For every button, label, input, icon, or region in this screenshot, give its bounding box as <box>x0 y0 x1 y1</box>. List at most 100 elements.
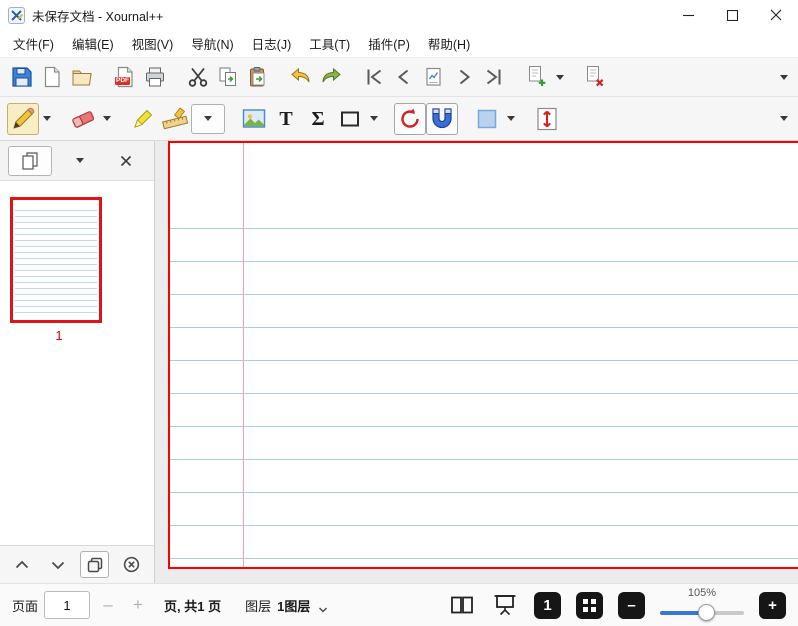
save-icon <box>11 66 33 88</box>
layer-dropdown[interactable] <box>318 596 328 614</box>
delete-page-button[interactable] <box>580 62 610 92</box>
menu-help[interactable]: 帮助(H) <box>419 31 479 56</box>
menu-tools[interactable]: 工具(T) <box>300 31 359 56</box>
shape-options-dropdown[interactable] <box>366 104 381 134</box>
snap-rotation-button[interactable] <box>394 103 426 135</box>
chevron-down-icon <box>780 116 788 121</box>
menu-journal[interactable]: 日志(J) <box>243 31 301 56</box>
copy-button[interactable] <box>213 62 243 92</box>
last-page-button[interactable] <box>479 62 509 92</box>
highlighter-icon <box>130 106 156 132</box>
first-page-icon <box>363 66 385 88</box>
shape-tool-button[interactable] <box>334 103 366 135</box>
chevron-down-icon <box>103 116 111 121</box>
text-tool-button[interactable]: T <box>270 103 302 135</box>
statusbar-right-group: 1 – 105% + <box>448 584 786 626</box>
undo-button[interactable] <box>286 62 316 92</box>
zoom-slider-handle[interactable] <box>698 604 715 621</box>
sidebar-pane-dropdown[interactable] <box>72 146 88 176</box>
menu-plugins[interactable]: 插件(P) <box>359 31 419 56</box>
fit-page-button[interactable] <box>576 592 603 619</box>
menu-edit[interactable]: 编辑(E) <box>63 31 123 56</box>
image-icon <box>241 106 267 132</box>
page-label: 页面 <box>12 596 38 615</box>
zoom-in-button[interactable]: + <box>759 592 786 619</box>
snap-grid-icon <box>429 106 455 132</box>
single-page-view-button[interactable]: 1 <box>534 592 561 619</box>
chevron-down-icon <box>49 556 67 574</box>
pdf-label: PDF <box>115 77 130 85</box>
maximize-button[interactable] <box>710 0 754 30</box>
print-button[interactable] <box>140 62 170 92</box>
tool-options-dropdown-button[interactable] <box>191 104 225 134</box>
next-page-icon <box>453 66 475 88</box>
goto-page-button[interactable] <box>419 62 449 92</box>
last-page-icon <box>483 66 505 88</box>
zoom-out-button[interactable]: – <box>618 592 645 619</box>
move-page-down-button[interactable] <box>45 551 72 578</box>
layer-label: 图层 <box>245 596 271 615</box>
statusbar: 页面 – + 页, 共1 页 图层 1图层 1 – 105% <box>0 583 798 626</box>
save-button[interactable] <box>7 62 37 92</box>
thumbnail-page-number: 1 <box>10 328 108 343</box>
duplicate-page-button[interactable] <box>80 551 109 578</box>
pen-tool-button[interactable] <box>7 103 39 135</box>
insert-image-button[interactable] <box>238 103 270 135</box>
page-decrease-button[interactable]: – <box>96 591 120 619</box>
fit-page-icon <box>582 598 597 613</box>
toolbar1-overflow-dropdown[interactable] <box>776 62 791 92</box>
close-button[interactable] <box>754 0 798 30</box>
previous-page-icon <box>393 66 415 88</box>
chevron-up-icon <box>13 556 31 574</box>
ruler-tool-button[interactable] <box>159 103 191 135</box>
total-pages-label: 页, 共1 页 <box>164 596 221 615</box>
document-canvas[interactable] <box>155 141 798 583</box>
menu-navigation[interactable]: 导航(N) <box>182 31 242 56</box>
math-tex-icon: Σ <box>311 109 324 129</box>
toolbar-tools: T Σ <box>0 97 798 141</box>
new-document-button[interactable] <box>37 62 67 92</box>
paired-pages-button[interactable] <box>448 591 476 619</box>
add-page-dropdown[interactable] <box>552 62 567 92</box>
add-page-icon <box>525 65 549 89</box>
pen-options-dropdown[interactable] <box>39 104 54 134</box>
eraser-icon <box>70 106 96 132</box>
snap-grid-button[interactable] <box>426 103 458 135</box>
page-thumbnail-list: 1 <box>0 181 154 545</box>
copy-icon <box>217 66 239 88</box>
previous-page-button[interactable] <box>389 62 419 92</box>
paste-icon <box>247 66 269 88</box>
next-page-button[interactable] <box>449 62 479 92</box>
minimize-button[interactable] <box>666 0 710 30</box>
cut-button[interactable] <box>183 62 213 92</box>
fill-color-button[interactable] <box>471 103 503 135</box>
open-folder-button[interactable] <box>67 62 97 92</box>
delete-page-sidebar-button[interactable] <box>118 551 145 578</box>
menu-view[interactable]: 视图(V) <box>123 31 183 56</box>
eraser-tool-button[interactable] <box>67 103 99 135</box>
fill-color-dropdown[interactable] <box>503 104 518 134</box>
thumbnail-ruling <box>15 210 97 318</box>
redo-button[interactable] <box>316 62 346 92</box>
move-page-up-button[interactable] <box>9 551 36 578</box>
export-pdf-button[interactable]: PDF <box>110 62 140 92</box>
presentation-mode-button[interactable] <box>491 591 519 619</box>
menu-file[interactable]: 文件(F) <box>4 31 63 56</box>
page-increase-button[interactable]: + <box>126 591 150 619</box>
math-tex-button[interactable]: Σ <box>302 103 334 135</box>
sidebar-close-button[interactable] <box>114 149 138 173</box>
paste-button[interactable] <box>243 62 273 92</box>
page-1[interactable] <box>168 141 798 569</box>
add-page-button[interactable] <box>522 62 552 92</box>
ruler-icon <box>161 106 189 132</box>
presentation-icon <box>493 594 517 616</box>
window-title: 未保存文档 - Xournal++ <box>32 6 163 25</box>
page-thumbnail-1[interactable] <box>10 197 102 323</box>
eraser-options-dropdown[interactable] <box>99 104 114 134</box>
page-number-input[interactable] <box>44 591 90 619</box>
page-preview-toggle-button[interactable] <box>8 146 52 176</box>
vertical-space-button[interactable] <box>531 103 563 135</box>
highlighter-tool-button[interactable] <box>127 103 159 135</box>
toolbar2-overflow-dropdown[interactable] <box>776 104 791 134</box>
first-page-button[interactable] <box>359 62 389 92</box>
